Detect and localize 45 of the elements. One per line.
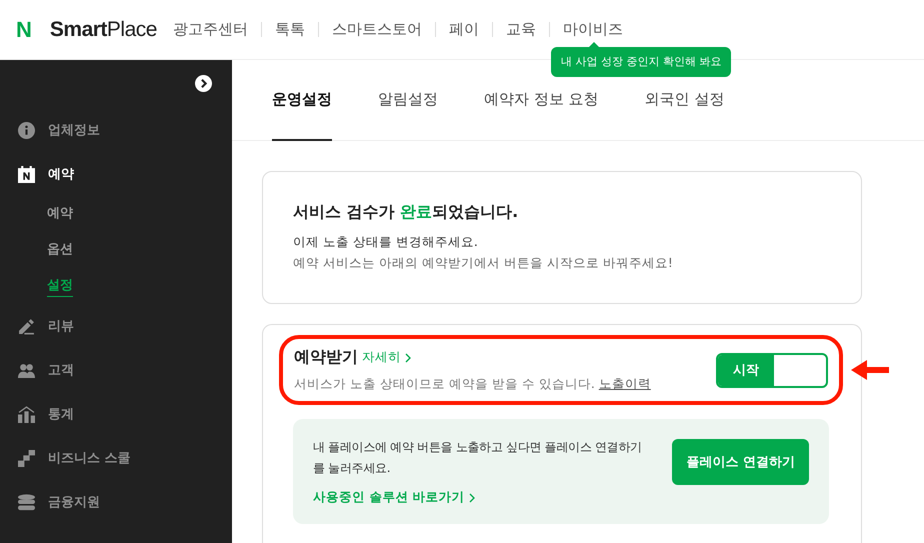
tooltip: 내 사업 성장 중인지 확인해 봐요 (551, 47, 732, 77)
expand-icon[interactable] (195, 75, 212, 92)
sidebar-item[interactable]: 통계 (0, 392, 232, 436)
toggle-switch[interactable]: 시작 (716, 352, 828, 388)
info-icon (18, 122, 35, 138)
chevron-icon (468, 492, 475, 502)
history-link[interactable]: 노출이력 (598, 376, 651, 391)
nav-link[interactable]: 스마트스토어 (318, 22, 435, 37)
nav-link[interactable]: 마이비즈 (548, 22, 636, 37)
nav-link[interactable]: 광고주센터 (172, 22, 261, 37)
tab[interactable]: 알림설정 (378, 90, 438, 141)
sidebar-item[interactable]: 비즈니스 스쿨 (0, 436, 232, 480)
arrow-icon (851, 360, 889, 380)
tab[interactable]: 예약자 정보 요청 (484, 90, 599, 141)
sidebar-item[interactable]: 고객 (0, 348, 232, 392)
notice-text: 이제 노출 상태를 변경해주세요. (293, 233, 479, 251)
sidebar-item[interactable]: 리뷰 (0, 304, 232, 348)
sidebar-subitem[interactable]: 옵션 (0, 232, 232, 268)
booking-title: 예약받기 (294, 347, 358, 368)
sidebar-item[interactable]: 업체정보 (0, 108, 232, 152)
pencil-icon (18, 318, 35, 334)
coins-icon (18, 494, 35, 510)
booking-description: 서비스가 노출 상태이므로 예약을 받을 수 있습니다. (294, 376, 595, 391)
logo-text[interactable]: SmartPlace (50, 18, 157, 42)
sidebar-subitem[interactable]: 설정 (0, 268, 232, 304)
detail-link[interactable]: 자세히 (362, 349, 411, 366)
nav-link[interactable]: 페이 (434, 22, 492, 37)
chevron-icon (405, 352, 411, 362)
nav-link[interactable]: 톡톡 (260, 22, 318, 37)
sidebar-item[interactable]: 금융지원 (0, 480, 232, 524)
sidebar-item[interactable]: 예약 (0, 152, 232, 196)
connect-place-button[interactable]: 플레이스 연결하기 (672, 439, 809, 485)
bar-chart-icon (18, 406, 35, 422)
logo-mark[interactable]: N (16, 16, 32, 42)
nav-link[interactable]: 교육 (492, 22, 549, 37)
calendar-icon (18, 166, 35, 182)
people-icon (18, 362, 35, 378)
tab[interactable]: 외국인 설정 (644, 90, 724, 141)
sidebar-subitem[interactable]: 예약 (0, 196, 232, 232)
notice-text: 예약 서비스는 아래의 예약받기에서 버튼을 시작으로 바꿔주세요! (293, 254, 674, 272)
notice-title: 서비스 검수가 완료되었습니다. (293, 202, 520, 223)
info-text: 내 플레이스에 예약 버튼을 노출하고 싶다면 플레이스 연결하기를 눌러주세요. (313, 439, 643, 477)
tab[interactable]: 운영설정 (272, 90, 332, 141)
tooltip-pointer-icon (589, 42, 599, 47)
steps-icon (18, 450, 35, 466)
